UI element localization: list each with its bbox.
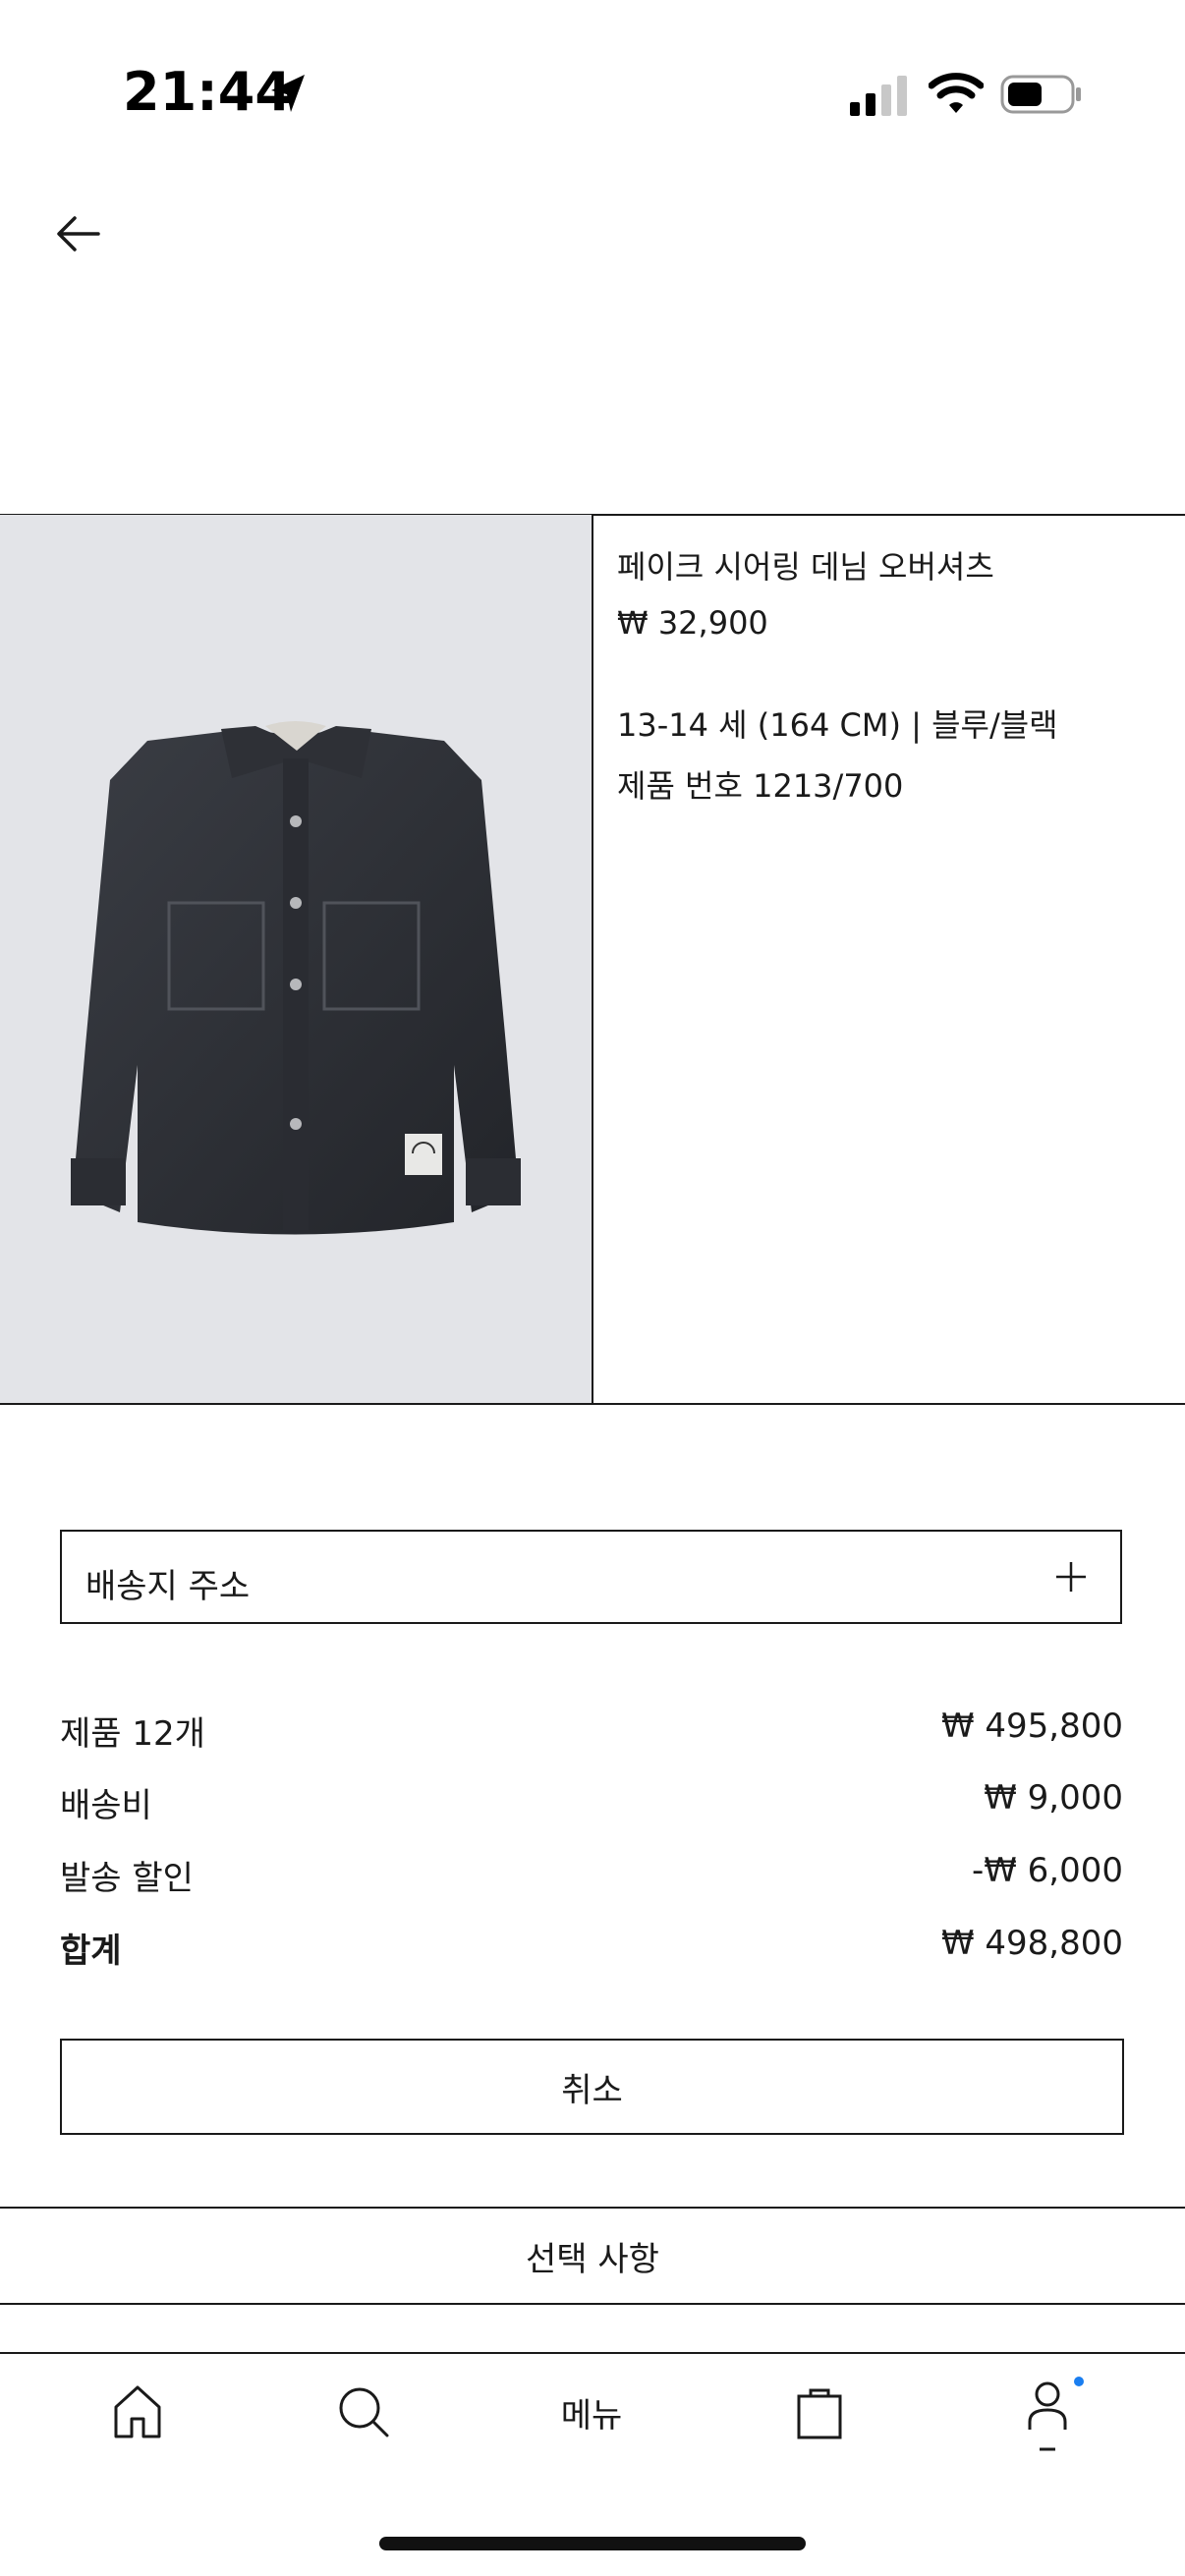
divider	[0, 2303, 1185, 2305]
product-name[interactable]: 페이크 시어링 데님 오버셔츠	[617, 542, 994, 588]
options-button[interactable]: 선택 사항	[0, 2208, 1185, 2304]
summary-discount-label: 발송 할인	[60, 1859, 194, 1898]
cellular-signal-icon	[850, 76, 907, 116]
shipping-address-label: 배송지 주소	[85, 1567, 251, 1606]
divider	[592, 515, 593, 1405]
home-icon	[114, 2385, 161, 2438]
battery-icon	[1000, 75, 1081, 114]
location-arrow-icon	[271, 75, 305, 112]
profile-icon	[1028, 2381, 1067, 2451]
summary-shipping-value: ₩ 9,000	[984, 1778, 1123, 1818]
cancel-button[interactable]: 취소	[60, 2039, 1124, 2135]
tab-search[interactable]	[328, 2378, 399, 2446]
tab-home[interactable]	[102, 2378, 173, 2446]
product-image[interactable]	[0, 515, 592, 1403]
wifi-icon	[929, 73, 984, 113]
tab-menu[interactable]: 메뉴	[531, 2378, 652, 2446]
product-variant: 13-14 세 (164 CM) | 블루/블랙	[617, 706, 1058, 744]
summary-total-value: ₩ 498,800	[940, 1924, 1123, 1963]
product-price: ₩ 32,900	[617, 604, 768, 642]
shipping-address-field[interactable]: 배송지 주소	[60, 1530, 1122, 1624]
home-indicator[interactable]	[379, 2537, 806, 2550]
search-icon	[339, 2387, 389, 2437]
bag-icon	[797, 2388, 842, 2439]
product-reference: 제품 번호 1213/700	[617, 767, 904, 805]
summary-items-value: ₩ 495,800	[940, 1707, 1123, 1746]
summary-total-label: 합계	[60, 1932, 122, 1971]
plus-icon[interactable]	[1053, 1559, 1089, 1595]
tab-bar-divider	[0, 2352, 1185, 2354]
tab-bag[interactable]	[784, 2378, 855, 2446]
summary-shipping-label: 배송비	[60, 1786, 152, 1825]
denim-overshirt-image	[71, 721, 521, 1235]
back-arrow-icon[interactable]	[51, 206, 106, 261]
summary-items-label: 제품 12개	[60, 1714, 205, 1754]
summary-discount-value: -₩ 6,000	[971, 1851, 1123, 1890]
tab-profile[interactable]	[1012, 2374, 1083, 2462]
notification-dot	[1074, 2377, 1084, 2386]
divider	[0, 1403, 1185, 1405]
